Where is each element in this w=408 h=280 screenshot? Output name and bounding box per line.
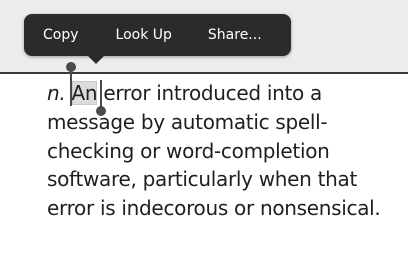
selection-end-handle[interactable] (96, 106, 106, 116)
edit-menu: Copy Look Up Share... (24, 14, 291, 64)
part-of-speech: n. (47, 81, 66, 105)
selected-word[interactable]: An (71, 81, 98, 105)
selection-end-handle-line (100, 80, 102, 108)
share-menu-item[interactable]: Share... (191, 14, 279, 56)
edit-menu-pointer (88, 56, 104, 64)
selection-start-handle-line (70, 70, 72, 106)
header-divider (0, 72, 408, 74)
copy-menu-item[interactable]: Copy (24, 14, 99, 56)
definition-body: error introduced into a message by autom… (47, 81, 381, 221)
look-up-menu-item[interactable]: Look Up (99, 14, 191, 56)
